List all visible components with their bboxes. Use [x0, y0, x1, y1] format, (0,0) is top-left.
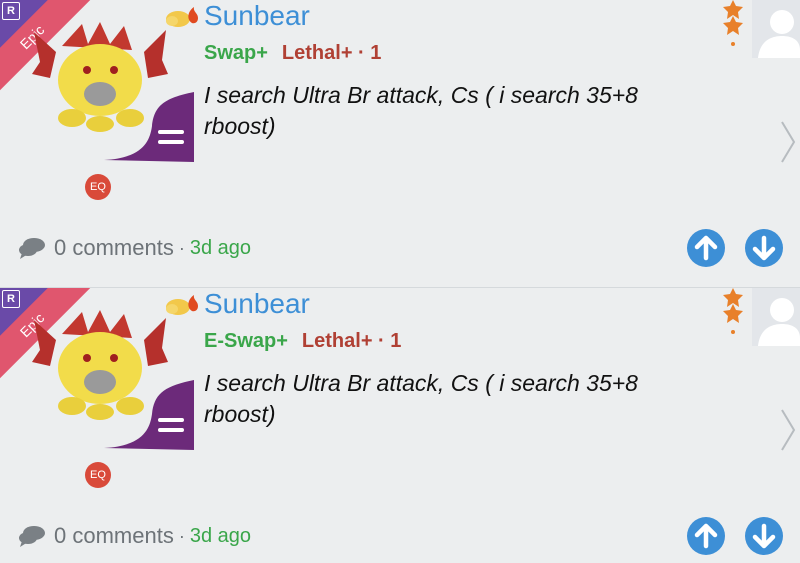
star-icon: [723, 288, 743, 334]
eq-badge: EQ: [85, 174, 111, 200]
post-card[interactable]: Epic R EQ Sunbear Swap+ Lethal+ · 1 I se…: [0, 0, 800, 287]
arrow-down-icon: [752, 523, 776, 549]
avatar[interactable]: [752, 0, 800, 58]
tag-list: Swap+ Lethal+ · 1: [204, 42, 381, 65]
timestamp: 3d ago: [189, 236, 251, 259]
eq-badge: EQ: [85, 462, 111, 488]
separator: ·: [178, 237, 185, 258]
user-row[interactable]: Sunbear: [164, 288, 310, 320]
cloud-fire-icon: [166, 7, 198, 27]
arrow-down-icon: [752, 235, 776, 261]
upvote-button[interactable]: [687, 229, 725, 267]
chevron-right-icon[interactable]: [778, 406, 798, 454]
post-card[interactable]: Epic R EQ Sunbear E-Swap+ Lethal+ · 1 I …: [0, 288, 800, 563]
speech-bubble-icon: [19, 238, 45, 259]
downvote-button[interactable]: [745, 229, 783, 267]
arrow-up-icon: [694, 523, 718, 549]
username-link[interactable]: Sunbear: [204, 0, 310, 32]
lethal-tag: Lethal+ · 1: [281, 42, 382, 64]
post-footer: 0 comments · 3d ago: [18, 235, 251, 261]
username-link[interactable]: Sunbear: [204, 288, 310, 320]
tag-list: E-Swap+ Lethal+ · 1: [204, 330, 401, 353]
post-message: I search Ultra Br attack, Cs ( i search …: [204, 370, 638, 427]
chevron-right-icon[interactable]: [778, 118, 798, 166]
separator: ·: [178, 525, 185, 546]
lethal-tag: Lethal+ · 1: [301, 330, 402, 352]
upvote-button[interactable]: [687, 517, 725, 555]
comments-link[interactable]: 0 comments: [54, 235, 174, 261]
user-row[interactable]: Sunbear: [164, 0, 310, 32]
avatar[interactable]: [752, 288, 800, 346]
comments-link[interactable]: 0 comments: [54, 523, 174, 549]
star-icon: [723, 0, 743, 46]
swap-tag: Swap+: [204, 42, 268, 64]
swap-tag: E-Swap+: [204, 330, 288, 352]
arrow-up-icon: [694, 235, 718, 261]
rarity-tag: R: [2, 290, 20, 308]
timestamp: 3d ago: [189, 524, 251, 547]
element-icon: [104, 380, 194, 450]
post-message: I search Ultra Br attack, Cs ( i search …: [204, 82, 638, 139]
element-icon: [104, 92, 194, 162]
rarity-tag: R: [2, 2, 20, 20]
cloud-fire-icon: [166, 295, 198, 315]
downvote-button[interactable]: [745, 517, 783, 555]
speech-bubble-icon: [19, 526, 45, 547]
post-footer: 0 comments · 3d ago: [18, 523, 251, 549]
